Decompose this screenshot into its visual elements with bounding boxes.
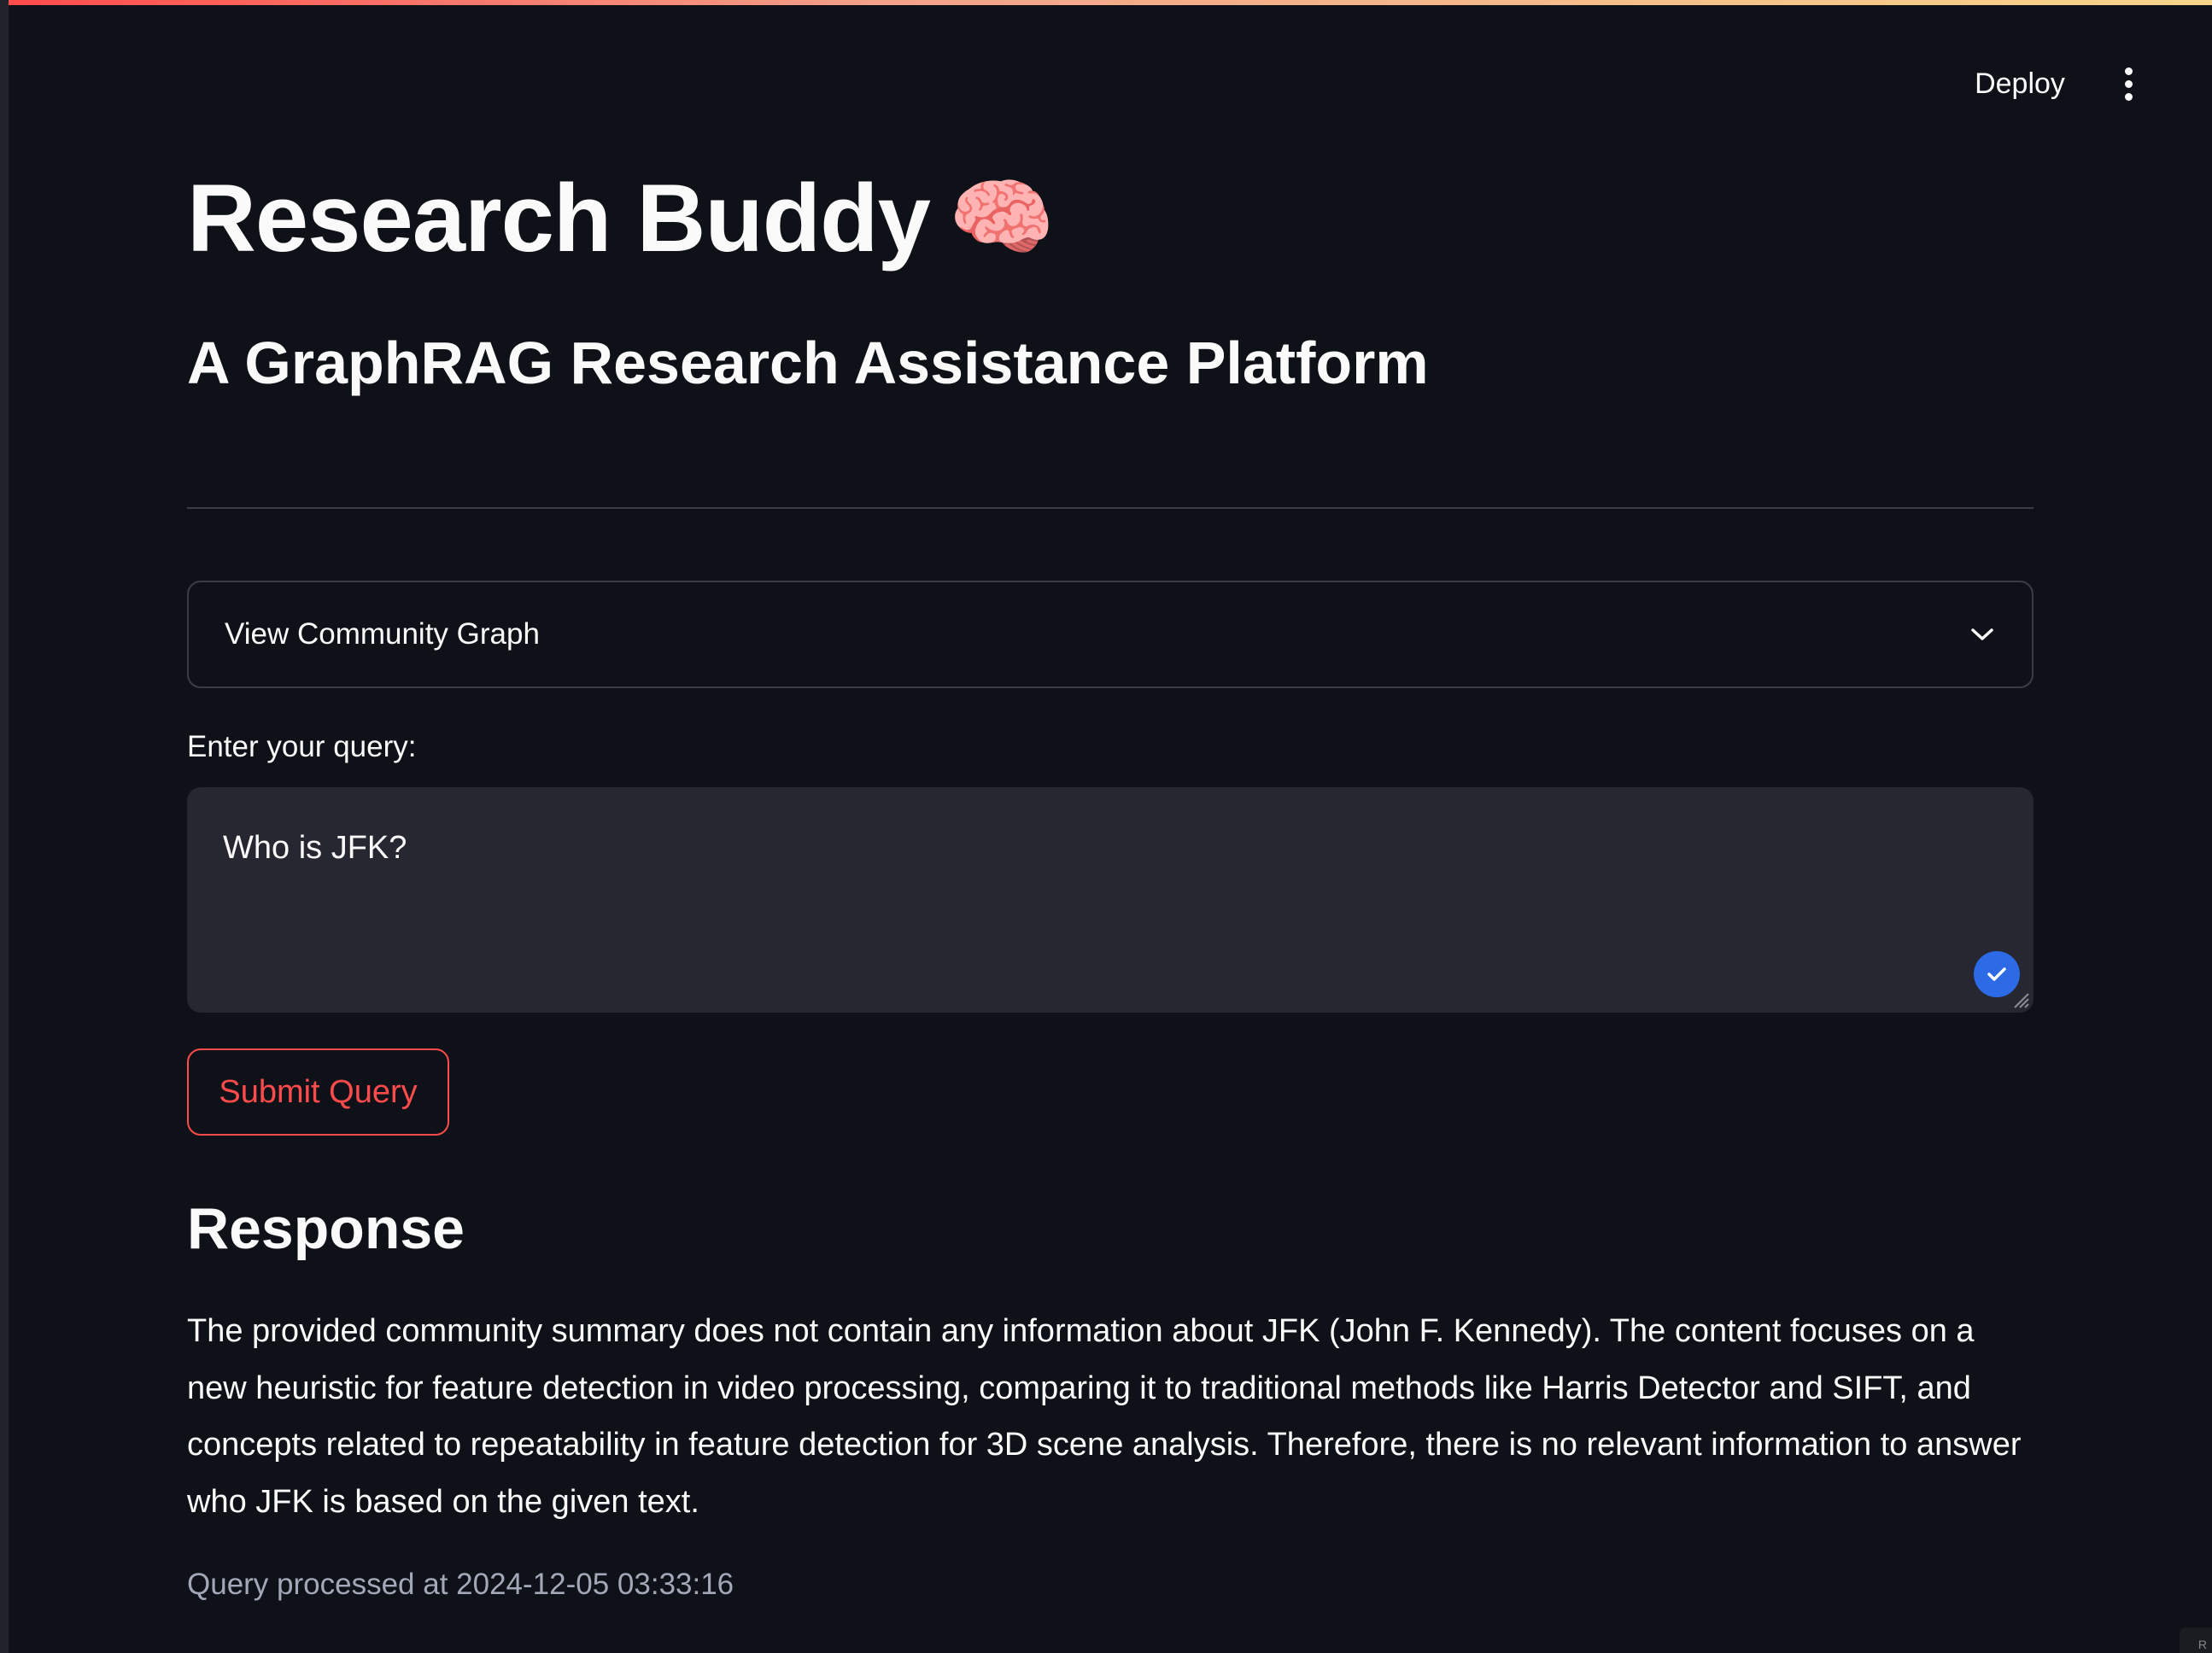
query-timestamp: Query processed at 2024-12-05 03:33:16 [187, 1568, 734, 1601]
query-textarea[interactable]: Who is JFK? [187, 787, 2034, 1013]
divider [187, 507, 2034, 509]
response-text: The provided community summary does not … [187, 1313, 2022, 1520]
corner-tag: R [2180, 1627, 2212, 1653]
brain-icon: 🧠 [948, 170, 1056, 266]
app-window: Deploy Research Buddy 🧠 A GraphRAG Resea… [0, 0, 2212, 1653]
query-value[interactable]: Who is JFK? [223, 830, 407, 867]
page-subtitle: A GraphRAG Research Assistance Platform [187, 330, 1429, 396]
resize-handle-icon[interactable] [2011, 990, 2030, 1009]
chevron-down-icon [1967, 619, 1998, 650]
response-heading: Response [187, 1196, 465, 1261]
submit-query-button[interactable]: Submit Query [187, 1048, 449, 1136]
page-title: Research Buddy 🧠 [187, 158, 1056, 277]
expander-label: View Community Graph [225, 617, 540, 651]
community-graph-expander[interactable]: View Community Graph [187, 581, 2034, 688]
title-text: Research Buddy [187, 164, 931, 272]
left-edge [0, 0, 9, 1653]
deploy-button[interactable]: Deploy [1956, 60, 2084, 108]
top-decoration-bar [0, 0, 2212, 5]
query-label: Enter your query: [187, 730, 417, 763]
kebab-menu-icon[interactable] [2110, 58, 2147, 109]
